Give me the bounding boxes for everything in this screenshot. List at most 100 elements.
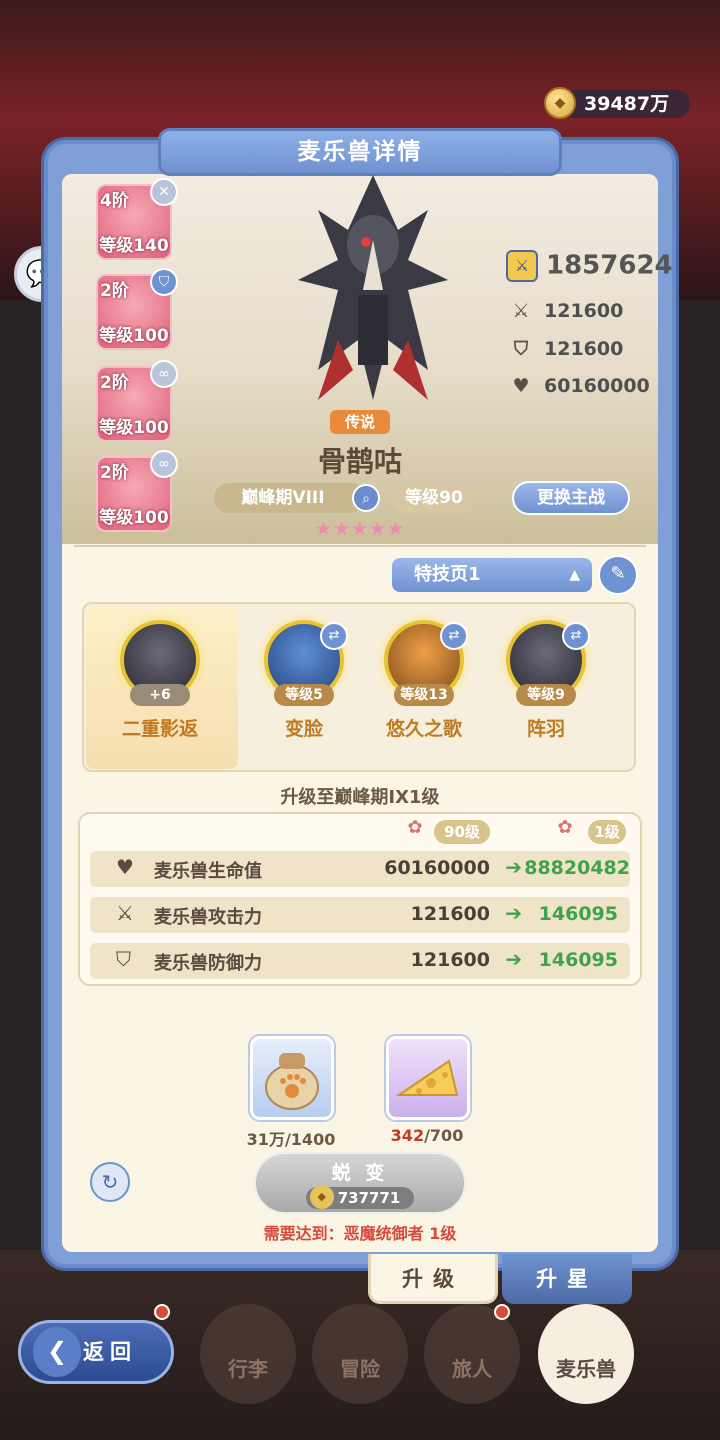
coin-icon: ◆ bbox=[309, 1185, 334, 1209]
row-next: 146095 bbox=[538, 949, 618, 971]
material-count-2: 342/700 bbox=[372, 1126, 482, 1145]
material-cheese[interactable] bbox=[386, 1036, 470, 1120]
swirl-badge-icon: ∞ bbox=[150, 450, 178, 478]
skill-item-4[interactable]: ⇄ 等级9 阵羽 bbox=[496, 620, 596, 741]
x-badge-icon: ✕ bbox=[150, 178, 178, 206]
defense-value: 121600 bbox=[544, 338, 624, 360]
rarity-badge: 传说 bbox=[330, 410, 390, 434]
skill-orb: ⇄ 等级13 bbox=[384, 620, 468, 706]
swirl-badge-icon: ∞ bbox=[150, 360, 178, 388]
magnify-button[interactable]: ⌕ bbox=[352, 484, 380, 512]
nav-bag[interactable]: 行李 bbox=[200, 1304, 296, 1404]
page-title: 麦乐兽详情 bbox=[158, 128, 562, 176]
shield-icon: ⛉ bbox=[513, 338, 529, 360]
material-have: 342 bbox=[390, 1126, 425, 1145]
notification-dot bbox=[494, 1304, 510, 1320]
gold-currency: ◆ 39487万 bbox=[544, 87, 690, 119]
row-next: 88820482 bbox=[524, 857, 630, 879]
skill-page-select[interactable]: 特技页1 ▲ bbox=[392, 558, 592, 592]
triangle-up-icon: ▲ bbox=[569, 567, 580, 583]
material-need: /1400 bbox=[284, 1130, 336, 1149]
coin-icon: ◆ bbox=[544, 87, 576, 119]
card-level: 等级100 bbox=[99, 418, 169, 438]
skill-item-3[interactable]: ⇄ 等级13 悠久之歌 bbox=[374, 620, 474, 741]
evolve-requirement: 需要达到：恶魔统御者 1级 bbox=[263, 1224, 457, 1243]
evolve-button[interactable]: 蜕 变 ◆ 737771 bbox=[254, 1152, 466, 1214]
defense-stat: ⛉ 121600 bbox=[508, 338, 623, 360]
row-label: 麦乐兽攻击力 bbox=[154, 907, 262, 928]
tab-upgrade[interactable]: 升级 bbox=[368, 1254, 498, 1304]
magnify-icon: ⌕ bbox=[362, 491, 370, 507]
pet-name: 骨鹊咕 bbox=[317, 445, 402, 478]
card-tier: 2阶 bbox=[100, 373, 129, 393]
card-tier: 4阶 bbox=[100, 191, 129, 211]
heart-icon: ♥ bbox=[116, 855, 134, 879]
skill-name: 变脸 bbox=[284, 718, 323, 740]
paw-sack-icon bbox=[265, 1053, 319, 1110]
swap-icon[interactable]: ⇄ bbox=[562, 622, 590, 650]
swap-icon[interactable]: ⇄ bbox=[440, 622, 468, 650]
pet-creature-illustration bbox=[298, 175, 448, 400]
shield-badge-icon: ⛉ bbox=[150, 268, 178, 296]
skill-name: 二重影返 bbox=[121, 718, 198, 740]
refresh-icon: ↻ bbox=[101, 1170, 119, 1194]
back-arrow-icon: ❮ bbox=[33, 1327, 81, 1377]
evolve-label: 蜕 变 bbox=[331, 1162, 389, 1184]
nav-label: 麦乐兽 bbox=[556, 1357, 616, 1381]
combat-power-icon: ⚔ bbox=[506, 250, 538, 282]
swap-icon[interactable]: ⇄ bbox=[320, 622, 348, 650]
skill-level: +6 bbox=[130, 684, 190, 706]
nav-pets[interactable]: 麦乐兽 bbox=[538, 1304, 634, 1404]
skill-orb: ⇄ 等级9 bbox=[506, 620, 590, 706]
row-label: 麦乐兽防御力 bbox=[154, 953, 262, 974]
team-card-3[interactable]: 2阶 等级100 ∞ bbox=[96, 360, 178, 442]
star-rating: ★★★★★ bbox=[314, 518, 406, 540]
back-button[interactable]: ❮ 返回 bbox=[18, 1320, 174, 1384]
swap-main-button[interactable]: 更换主战 bbox=[512, 481, 630, 515]
team-card-1[interactable]: 4阶 等级140 ✕ bbox=[96, 178, 178, 260]
nav-label: 冒险 bbox=[340, 1357, 380, 1381]
shield-icon: ⛉ bbox=[116, 947, 131, 971]
team-card-4[interactable]: 2阶 等级100 ∞ bbox=[96, 450, 178, 532]
team-card-2[interactable]: 2阶 等级100 ⛉ bbox=[96, 268, 178, 350]
material-need: /700 bbox=[424, 1126, 464, 1145]
arrow-right-icon: ➔ bbox=[505, 855, 522, 879]
row-current: 60160000 bbox=[384, 857, 490, 879]
arrow-right-icon: ➔ bbox=[505, 901, 522, 925]
card-level: 等级100 bbox=[99, 326, 169, 346]
to-level-badge: 1级 bbox=[588, 820, 626, 844]
attack-value: 121600 bbox=[544, 300, 624, 322]
row-current: 121600 bbox=[410, 949, 490, 971]
nav-label: 行李 bbox=[228, 1357, 268, 1381]
skill-level: 等级9 bbox=[516, 684, 576, 706]
swords-icon: ⚔ bbox=[116, 901, 134, 925]
from-level-badge: 90级 bbox=[434, 820, 490, 844]
table-row: ⛉ 麦乐兽防御力 121600 ➔ 146095 bbox=[90, 943, 630, 979]
card-tier: 2阶 bbox=[100, 281, 129, 301]
back-label: 返回 bbox=[83, 1340, 137, 1364]
swords-icon: ⚔ bbox=[512, 300, 530, 322]
table-row: ⚔ 麦乐兽攻击力 121600 ➔ 146095 bbox=[90, 897, 630, 933]
skill-item-1[interactable]: +6 二重影返 bbox=[110, 620, 210, 741]
heart-icon: ♥ bbox=[512, 375, 530, 397]
skill-name: 悠久之歌 bbox=[385, 718, 462, 740]
skill-orb: +6 bbox=[120, 620, 200, 706]
skill-name: 阵羽 bbox=[526, 718, 565, 740]
stage-label: 巅峰期VIII bbox=[241, 488, 325, 508]
edit-button[interactable]: ✎ bbox=[598, 555, 638, 595]
stage-viii-icon: ✿ bbox=[407, 817, 423, 838]
combat-power-value: 1857624 bbox=[546, 250, 673, 281]
card-tier: 2阶 bbox=[100, 463, 129, 483]
card-level: 等级140 bbox=[99, 236, 169, 256]
nav-adventure[interactable]: 冒险 bbox=[312, 1304, 408, 1404]
skill-orb: ⇄ 等级5 bbox=[264, 620, 348, 706]
skill-item-2[interactable]: ⇄ 等级5 变脸 bbox=[254, 620, 354, 741]
attack-stat: ⚔ 121600 bbox=[508, 300, 623, 322]
stage-pill: 巅峰期VIII bbox=[214, 483, 366, 513]
material-food-sack[interactable] bbox=[250, 1036, 334, 1120]
refresh-button[interactable]: ↻ bbox=[90, 1162, 130, 1202]
hp-value: 60160000 bbox=[544, 375, 650, 397]
tab-star-up[interactable]: 升星 bbox=[502, 1254, 632, 1304]
material-count-1: 31万/1400 bbox=[236, 1126, 346, 1150]
material-have: 31万 bbox=[246, 1130, 285, 1149]
